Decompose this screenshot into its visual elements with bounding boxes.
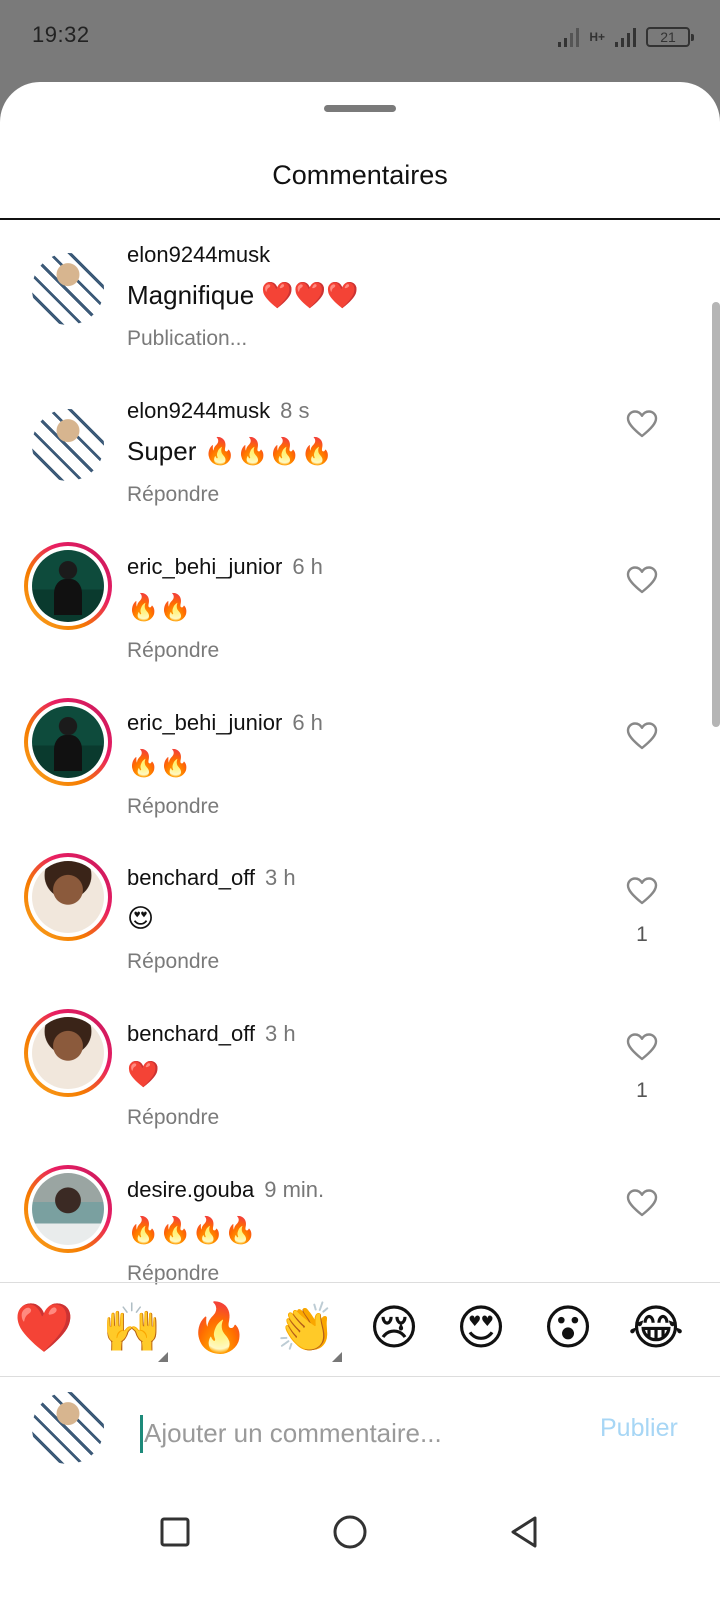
signal-icon: [558, 27, 580, 47]
recent-apps-button[interactable]: [145, 1502, 205, 1562]
comment-reply-link[interactable]: Publication...: [127, 327, 247, 351]
comment-row[interactable]: desire.gouba 9 min. 🔥🔥🔥🔥 Répondre: [0, 1155, 712, 1315]
square-icon: [160, 1517, 190, 1547]
comment-reply-link[interactable]: Répondre: [127, 1106, 219, 1130]
avatar-story-ring[interactable]: [24, 1009, 112, 1097]
comment-input[interactable]: [144, 1410, 554, 1456]
reaction-emoji-button[interactable]: 👏: [276, 1294, 342, 1364]
comments-list[interactable]: elon9244musk Magnifique ❤️❤️❤️ Publication…: [0, 220, 720, 1320]
comment-text: Super 🔥🔥🔥🔥: [127, 436, 334, 466]
comment-username[interactable]: desire.gouba 9 min.: [127, 1177, 324, 1203]
comment-text: 🔥🔥🔥🔥: [127, 1215, 257, 1245]
comment-text: 🔥🔥: [127, 592, 192, 622]
avatar-story-ring[interactable]: [24, 853, 112, 941]
reaction-emoji-button[interactable]: 😍: [451, 1294, 511, 1364]
comment-username[interactable]: elon9244musk 8 s: [127, 398, 309, 424]
status-bar: 19:32 H+ 21: [0, 0, 720, 82]
status-time: 19:32: [32, 22, 90, 47]
comment-row[interactable]: elon9244musk 8 s Super 🔥🔥🔥🔥 Répondre: [0, 376, 712, 536]
like-heart-icon[interactable]: [626, 1032, 658, 1062]
comment-time: 3 h: [265, 865, 296, 890]
quick-reactions-bar: ❤️ 🙌 🔥 👏 😢 😍 😮 😂: [0, 1294, 720, 1374]
comment-username[interactable]: benchard_off 3 h: [127, 865, 296, 891]
avatar: [32, 1173, 104, 1245]
reaction-emoji-button[interactable]: 😂: [626, 1294, 686, 1364]
reaction-emoji-button[interactable]: 🙌: [102, 1294, 168, 1364]
comment-row[interactable]: elon9244musk Magnifique ❤️❤️❤️ Publication…: [0, 220, 712, 380]
like-count: 1: [636, 1079, 648, 1102]
skin-tone-indicator-icon: [332, 1352, 342, 1362]
avatar: [32, 1017, 104, 1089]
comment-text: 😍: [127, 903, 155, 933]
comment-time: 3 h: [265, 1021, 296, 1046]
back-button[interactable]: [494, 1502, 554, 1562]
comment-username[interactable]: eric_behi_junior 6 h: [127, 710, 323, 736]
avatar-story-ring[interactable]: [24, 1165, 112, 1253]
like-heart-icon[interactable]: [626, 409, 658, 439]
system-navigation-bar: [0, 1482, 720, 1612]
like-heart-icon[interactable]: [626, 1188, 658, 1218]
avatar-story-ring[interactable]: [24, 698, 112, 786]
comments-scrollbar[interactable]: [712, 302, 720, 727]
comment-text: Magnifique ❤️❤️❤️: [127, 280, 359, 310]
avatar: [32, 550, 104, 622]
comment-text: ❤️: [127, 1059, 160, 1089]
comment-composer: Publier: [0, 1382, 720, 1482]
comment-reply-link[interactable]: Répondre: [127, 795, 219, 819]
comment-row[interactable]: benchard_off 3 h ❤️ Répondre 1: [0, 999, 712, 1159]
comment-reply-link[interactable]: Répondre: [127, 483, 219, 507]
comment-time: 6 h: [292, 710, 323, 735]
publish-button[interactable]: Publier: [600, 1414, 678, 1443]
battery-icon: 21: [646, 27, 694, 47]
comment-row[interactable]: eric_behi_junior 6 h 🔥🔥 Répondre: [0, 532, 712, 692]
home-button[interactable]: [320, 1502, 380, 1562]
avatar[interactable]: [32, 253, 104, 325]
reaction-emoji-button[interactable]: ❤️: [14, 1294, 74, 1364]
comment-text: 🔥🔥: [127, 748, 192, 778]
comment-time: 9 min.: [264, 1177, 325, 1202]
sheet-drag-handle[interactable]: [324, 105, 396, 112]
comment-row[interactable]: benchard_off 3 h 😍 Répondre 1: [0, 843, 712, 1003]
like-heart-icon[interactable]: [626, 876, 658, 906]
avatar: [32, 706, 104, 778]
comments-sheet: Commentaires elon9244musk Magnifique ❤️❤️…: [0, 82, 720, 1612]
circle-icon: [333, 1515, 367, 1549]
comment-username[interactable]: elon9244musk: [127, 242, 280, 268]
sheet-title: Commentaires: [272, 160, 448, 190]
reactions-divider: [0, 1282, 720, 1283]
reaction-emoji-button[interactable]: 😢: [364, 1294, 424, 1364]
comment-reply-link[interactable]: Répondre: [127, 950, 219, 974]
avatar-story-ring[interactable]: [24, 542, 112, 630]
triangle-back-icon: [511, 1516, 537, 1548]
avatar: [32, 1392, 104, 1464]
comment-row[interactable]: eric_behi_junior 6 h 🔥🔥 Répondre: [0, 688, 712, 848]
like-heart-icon[interactable]: [626, 721, 658, 751]
comment-reply-link[interactable]: Répondre: [127, 639, 219, 663]
comment-time: 8 s: [280, 398, 310, 423]
comment-username[interactable]: benchard_off 3 h: [127, 1021, 296, 1047]
avatar: [32, 861, 104, 933]
like-heart-icon[interactable]: [626, 565, 658, 595]
network-type-icon: H+: [589, 29, 605, 44]
reaction-emoji-button[interactable]: 😮: [538, 1294, 598, 1364]
like-count: 1: [636, 923, 648, 946]
status-icons: H+ 21: [558, 24, 694, 50]
comment-username[interactable]: eric_behi_junior 6 h: [127, 554, 323, 580]
skin-tone-indicator-icon: [158, 1352, 168, 1362]
text-caret: [140, 1415, 143, 1453]
signal-icon-2: [615, 27, 636, 47]
reaction-emoji-button[interactable]: 🔥: [189, 1294, 249, 1364]
comment-time: 6 h: [292, 554, 323, 579]
composer-divider: [0, 1376, 720, 1377]
avatar[interactable]: [32, 409, 104, 481]
